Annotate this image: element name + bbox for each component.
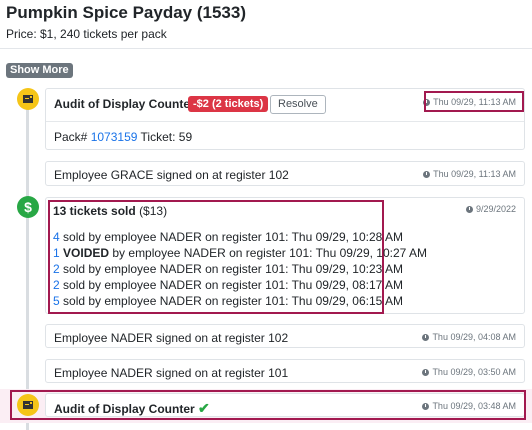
audit-highlight	[10, 390, 526, 420]
dollar-icon: $	[17, 196, 39, 218]
void-line: 1 VOIDED by employee NADER on register 1…	[53, 246, 428, 260]
clock-icon	[423, 170, 431, 178]
sale-line: 2 sold by employee NADER on register 101…	[53, 278, 403, 292]
audit-title: Audit of Display Counter	[54, 97, 195, 111]
pack-number-link[interactable]: 1073159	[91, 130, 138, 144]
resolve-button[interactable]: Resolve	[270, 95, 326, 114]
event-timestamp: Thu 09/29, 11:13 AM	[423, 169, 516, 179]
event-card: Employee NADER signed on at register 101…	[45, 359, 525, 383]
clock-icon	[465, 205, 473, 213]
event-text: Employee NADER signed on at register 102	[54, 331, 289, 345]
page-title: Pumpkin Spice Payday (1533)	[6, 3, 246, 22]
sale-line: 2 sold by employee NADER on register 101…	[53, 262, 403, 276]
clock-icon	[422, 368, 430, 376]
timestamp-highlight	[424, 91, 524, 112]
event-text: Employee GRACE signed on at register 102	[54, 168, 289, 182]
ticket-icon	[17, 88, 39, 110]
card-divider	[46, 121, 524, 122]
event-card: Employee GRACE signed on at register 102…	[45, 161, 525, 186]
header-divider	[0, 48, 532, 49]
event-timestamp: Thu 09/29, 04:08 AM	[422, 332, 516, 342]
sales-date: 9/29/2022	[465, 204, 516, 214]
discrepancy-badge: -$2 (2 tickets)	[188, 96, 269, 112]
show-more-button[interactable]: Show More	[6, 63, 73, 78]
sale-line: 4 sold by employee NADER on register 101…	[53, 230, 403, 244]
price-info: Price: $1, 240 tickets per pack	[6, 27, 167, 41]
event-card: Employee NADER signed on at register 102…	[45, 324, 525, 348]
timeline-line	[26, 90, 29, 430]
clock-icon	[422, 333, 430, 341]
event-text: Employee NADER signed on at register 101	[54, 366, 289, 380]
sale-line: 5 sold by employee NADER on register 101…	[53, 294, 403, 308]
pack-info: Pack# 1073159 Ticket: 59	[54, 130, 193, 144]
event-timestamp: Thu 09/29, 03:50 AM	[422, 367, 516, 377]
sales-title: 13 tickets sold ($13)	[53, 204, 168, 218]
